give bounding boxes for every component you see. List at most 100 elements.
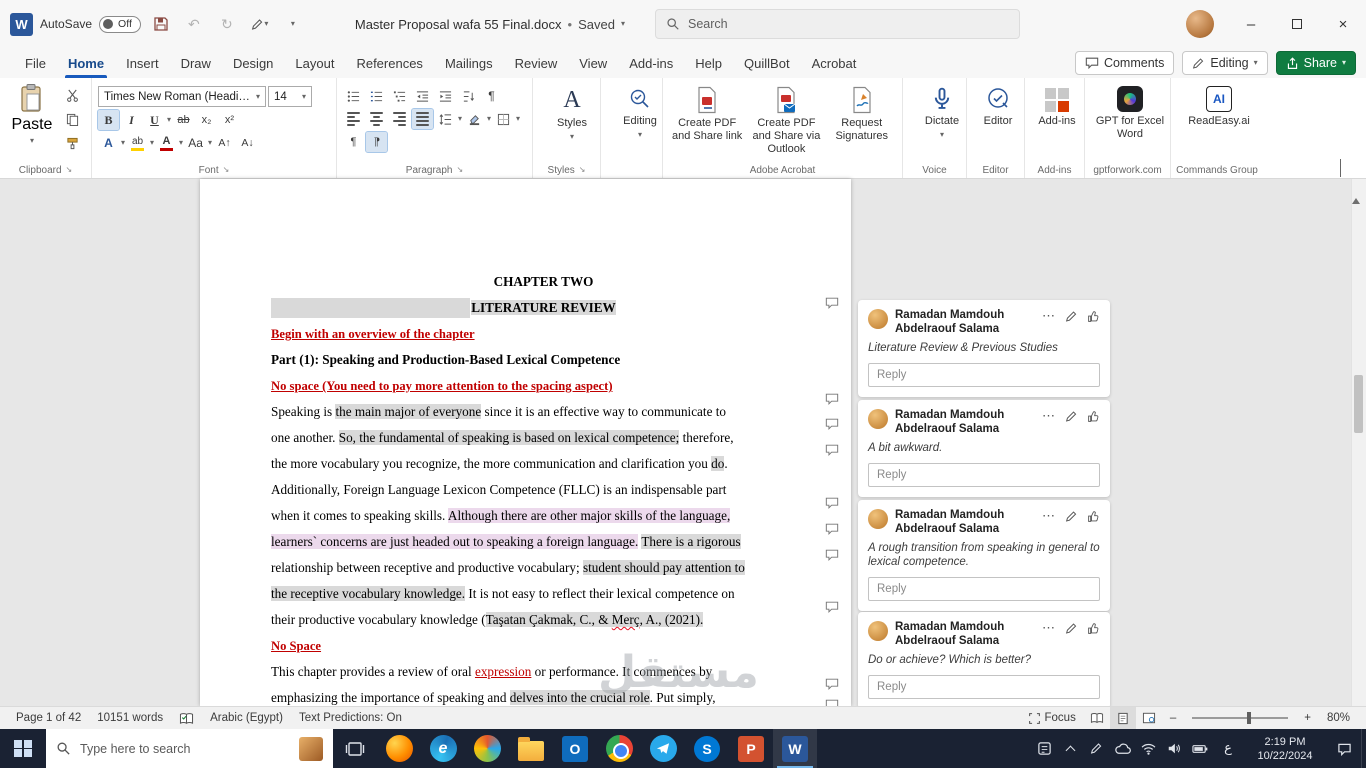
edge-icon[interactable]: e bbox=[421, 729, 465, 768]
proofing-status[interactable] bbox=[171, 707, 202, 729]
multilevel-list-button[interactable] bbox=[389, 86, 410, 106]
dictate-button[interactable]: Dictate ▾ bbox=[909, 83, 975, 142]
numbering-button[interactable] bbox=[366, 86, 387, 106]
tab-home[interactable]: Home bbox=[57, 48, 115, 78]
page-count[interactable]: Page 1 of 42 bbox=[8, 707, 89, 729]
word-count[interactable]: 10151 words bbox=[89, 707, 171, 729]
volume-icon[interactable] bbox=[1161, 729, 1187, 768]
tab-layout[interactable]: Layout bbox=[284, 48, 345, 78]
doc-text-line[interactable]: one another. So, the fundamental of spea… bbox=[271, 425, 816, 451]
comment-card[interactable]: Ramadan Mamdouh Abdelraouf Salama ⋯ Lite… bbox=[858, 300, 1110, 397]
comment-like-button[interactable] bbox=[1087, 310, 1100, 323]
autosave-toggle[interactable]: Off bbox=[99, 15, 141, 33]
subscript-button[interactable]: x₂ bbox=[196, 110, 217, 130]
clipboard-dialog-launcher[interactable]: ↘ bbox=[66, 165, 73, 176]
reply-input[interactable] bbox=[868, 675, 1100, 699]
pen-tray-icon[interactable] bbox=[1083, 729, 1109, 768]
strikethrough-button[interactable]: ab bbox=[173, 110, 194, 130]
highlight-button[interactable]: ab bbox=[127, 133, 148, 153]
powerpoint-icon[interactable]: P bbox=[729, 729, 773, 768]
copy-button[interactable] bbox=[62, 109, 83, 129]
font-size-combo[interactable]: 14 ▾ bbox=[268, 86, 312, 107]
chrome-icon[interactable] bbox=[597, 729, 641, 768]
tab-insert[interactable]: Insert bbox=[115, 48, 170, 78]
underline-button[interactable]: U bbox=[144, 110, 165, 130]
editing-mode-button[interactable]: Editing ▾ bbox=[1182, 51, 1268, 75]
justify-button[interactable] bbox=[411, 108, 434, 130]
doc-text-line[interactable]: Speaking is the main major of everyone s… bbox=[271, 399, 816, 425]
tab-addins[interactable]: Add-ins bbox=[618, 48, 684, 78]
zoom-level[interactable]: 80% bbox=[1319, 707, 1358, 729]
zoom-slider[interactable] bbox=[1192, 712, 1289, 724]
tab-references[interactable]: References bbox=[345, 48, 433, 78]
doc-reviewer-note[interactable]: Begin with an overview of the chapter bbox=[271, 321, 816, 347]
superscript-button[interactable]: x² bbox=[219, 110, 240, 130]
styles-button[interactable]: A Styles ▾ bbox=[539, 83, 605, 144]
shading-button[interactable] bbox=[464, 109, 485, 129]
format-painter-button[interactable] bbox=[62, 133, 83, 153]
comment-card[interactable]: Ramadan Mamdouh Abdelraouf Salama ⋯ A bi… bbox=[858, 400, 1110, 497]
action-center-button[interactable] bbox=[1327, 729, 1361, 768]
word-taskbar-icon[interactable]: W bbox=[773, 729, 817, 768]
decrease-indent-button[interactable] bbox=[412, 86, 433, 106]
reply-input[interactable] bbox=[868, 363, 1100, 387]
draw-tool-button[interactable]: ▾ bbox=[247, 11, 273, 37]
create-pdf-link-button[interactable]: Create PDF and Share link bbox=[669, 83, 745, 159]
titlebar-search[interactable]: Search bbox=[655, 9, 1020, 39]
paste-button[interactable]: Paste ▾ bbox=[6, 83, 58, 153]
maximize-button[interactable] bbox=[1274, 0, 1320, 48]
comment-anchor-icon[interactable] bbox=[824, 496, 841, 511]
onedrive-icon[interactable] bbox=[1109, 729, 1135, 768]
shrink-font-button[interactable]: A↓ bbox=[237, 133, 258, 153]
telegram-icon[interactable] bbox=[641, 729, 685, 768]
comment-like-button[interactable] bbox=[1087, 410, 1100, 423]
doc-text-line[interactable]: the receptive vocabulary knowledge. It i… bbox=[271, 581, 816, 607]
word-app-icon[interactable]: W bbox=[10, 12, 33, 36]
align-right-button[interactable] bbox=[389, 109, 410, 129]
network-icon[interactable] bbox=[1135, 729, 1161, 768]
italic-button[interactable]: I bbox=[121, 110, 142, 130]
language-status[interactable]: Arabic (Egypt) bbox=[202, 707, 291, 729]
tray-expand-button[interactable] bbox=[1057, 729, 1083, 768]
ltr-direction-button[interactable]: ¶ bbox=[343, 132, 364, 152]
comment-edit-button[interactable] bbox=[1065, 410, 1078, 423]
doc-text-line[interactable]: learners` concerns are just headed out t… bbox=[271, 529, 816, 555]
comment-more-button[interactable]: ⋯ bbox=[1042, 508, 1056, 524]
cut-button[interactable] bbox=[62, 85, 83, 105]
comment-more-button[interactable]: ⋯ bbox=[1042, 620, 1056, 636]
align-center-button[interactable] bbox=[366, 109, 387, 129]
doc-heading-title[interactable]: LITERATURE REVIEW bbox=[271, 295, 816, 321]
scrollbar-thumb[interactable] bbox=[1354, 375, 1363, 433]
zoom-in-button[interactable]: + bbox=[1296, 707, 1319, 729]
show-formatting-marks-button[interactable]: ¶ bbox=[481, 86, 502, 106]
taskbar-clock[interactable]: 2:19 PM 10/22/2024 bbox=[1243, 735, 1327, 763]
focus-button[interactable]: Focus bbox=[1020, 707, 1084, 729]
zoom-out-button[interactable]: – bbox=[1162, 707, 1184, 729]
share-button[interactable]: Share ▾ bbox=[1275, 51, 1356, 75]
comment-anchor-icon[interactable] bbox=[824, 600, 841, 615]
battery-icon[interactable] bbox=[1187, 729, 1213, 768]
skype-icon[interactable]: S bbox=[685, 729, 729, 768]
doc-reviewer-note[interactable]: No space (You need to pay more attention… bbox=[271, 373, 816, 399]
font-color-button[interactable]: A bbox=[156, 133, 177, 153]
tab-review[interactable]: Review bbox=[504, 48, 569, 78]
outlook-icon[interactable]: O bbox=[553, 729, 597, 768]
increase-indent-button[interactable] bbox=[435, 86, 456, 106]
text-effects-button[interactable]: A bbox=[98, 133, 119, 153]
vertical-scrollbar[interactable] bbox=[1351, 179, 1366, 706]
add-ins-button[interactable]: Add-ins bbox=[1031, 83, 1083, 131]
comment-like-button[interactable] bbox=[1087, 510, 1100, 523]
styles-dialog-launcher[interactable]: ↘ bbox=[579, 165, 586, 176]
task-view-button[interactable] bbox=[333, 729, 377, 768]
doc-text-line[interactable]: Additionally, Foreign Language Lexicon C… bbox=[271, 477, 816, 503]
doc-heading-chapter[interactable]: CHAPTER TWO bbox=[271, 269, 816, 295]
doc-part-heading[interactable]: Part (1): Speaking and Production-Based … bbox=[271, 347, 816, 373]
qat-customize-button[interactable]: ▾ bbox=[280, 11, 306, 37]
comment-anchor-icon[interactable] bbox=[824, 698, 841, 706]
comment-anchor-icon[interactable] bbox=[824, 443, 841, 458]
tab-mailings[interactable]: Mailings bbox=[434, 48, 504, 78]
bullets-button[interactable] bbox=[343, 86, 364, 106]
start-button[interactable] bbox=[0, 729, 46, 768]
comment-anchor-icon[interactable] bbox=[824, 677, 841, 692]
editor-button[interactable]: Editor bbox=[973, 83, 1023, 131]
